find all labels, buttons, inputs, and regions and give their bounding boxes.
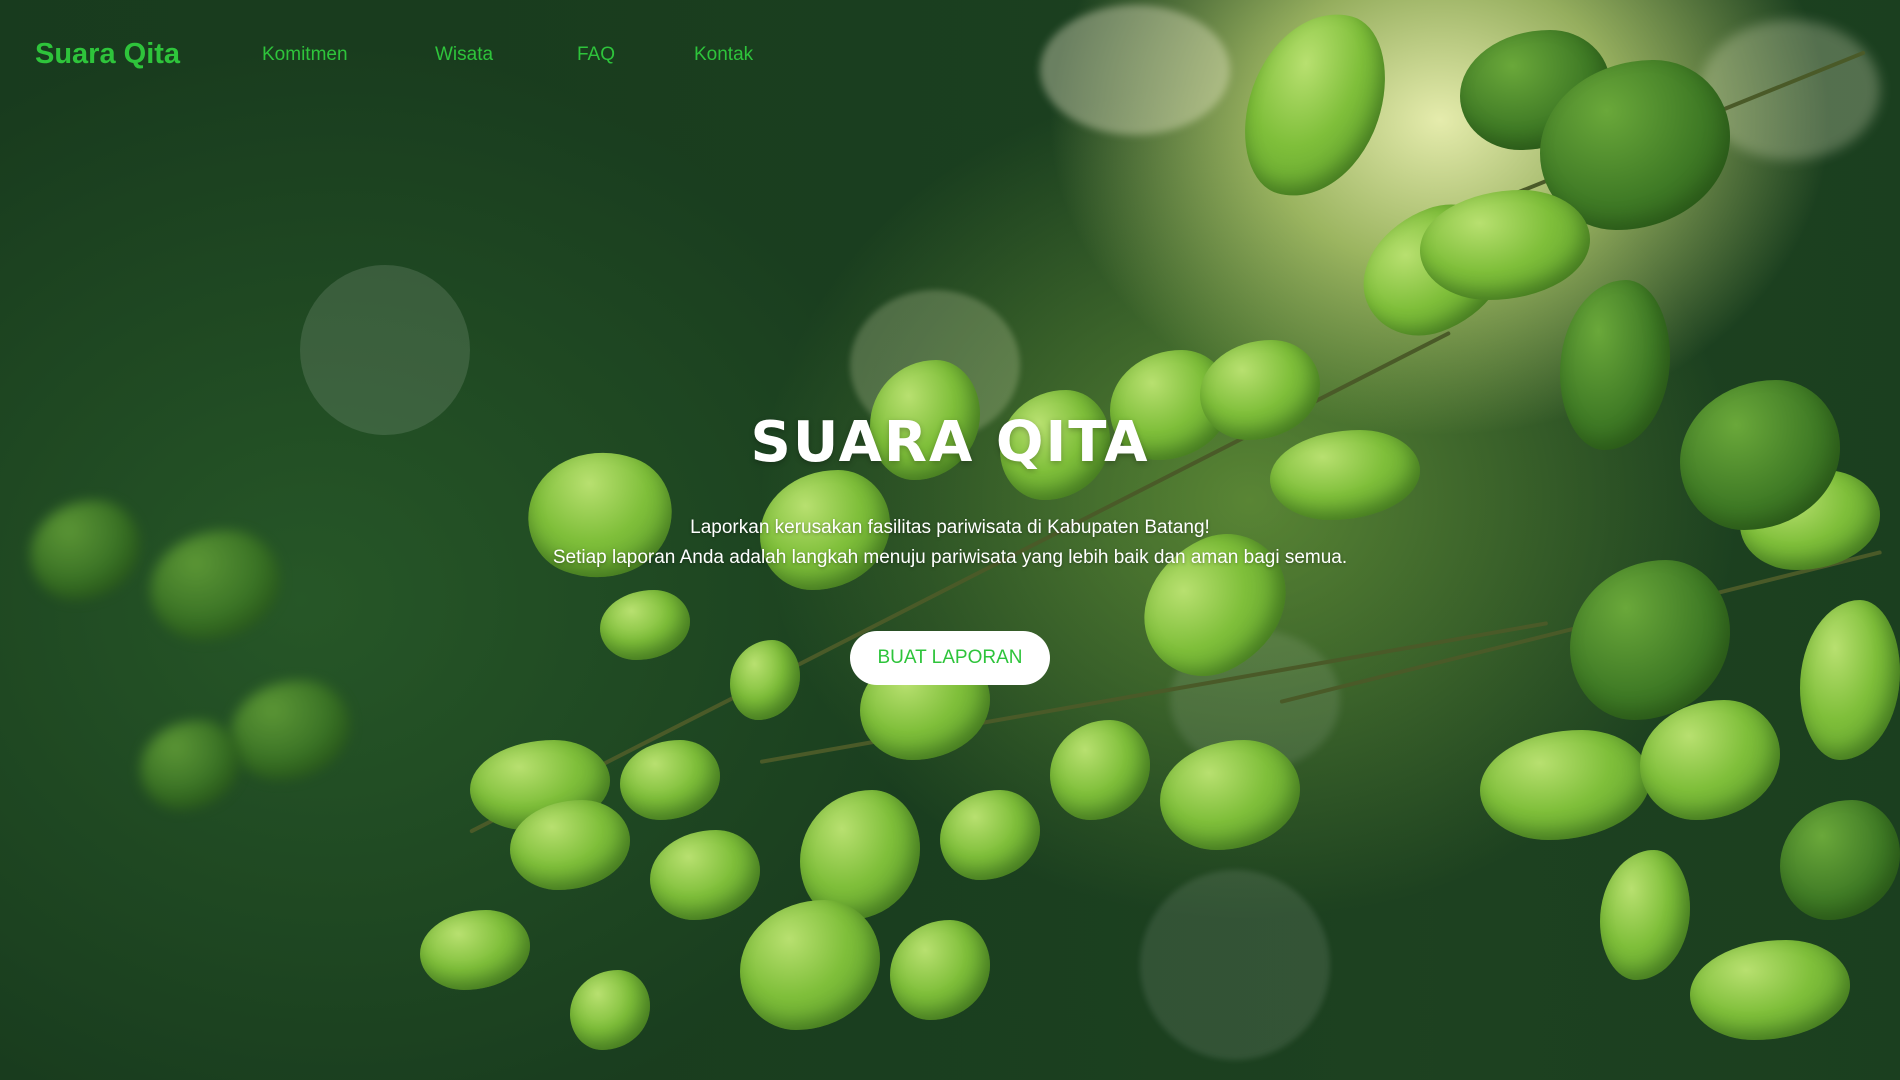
hero-subtitle-line-2: Setiap laporan Anda adalah langkah menuj… [552, 547, 1348, 568]
hero-content: SUARA QITA Laporkan kerusakan fasilitas … [0, 410, 1900, 685]
hero-subtitle-line-1: Laporkan kerusakan fasilitas pariwisata … [690, 517, 1210, 538]
create-report-button[interactable]: BUAT LAPORAN [850, 631, 1050, 685]
hero-title: SUARA QITA [750, 410, 1150, 475]
nav-link-wisata[interactable]: Wisata [435, 44, 493, 66]
nav-link-komitmen[interactable]: Komitmen [262, 44, 348, 66]
brand-logo-link[interactable]: Suara Qita [35, 38, 180, 71]
nav-link-kontak[interactable]: Kontak [694, 44, 753, 66]
hero-subtitle: Laporkan kerusakan fasilitas pariwisata … [0, 513, 1900, 573]
navbar: Suara Qita Komitmen Wisata FAQ Kontak [0, 0, 1900, 110]
nav-link-faq[interactable]: FAQ [577, 44, 615, 66]
hero-section: Suara Qita Komitmen Wisata FAQ Kontak SU… [0, 0, 1900, 1080]
